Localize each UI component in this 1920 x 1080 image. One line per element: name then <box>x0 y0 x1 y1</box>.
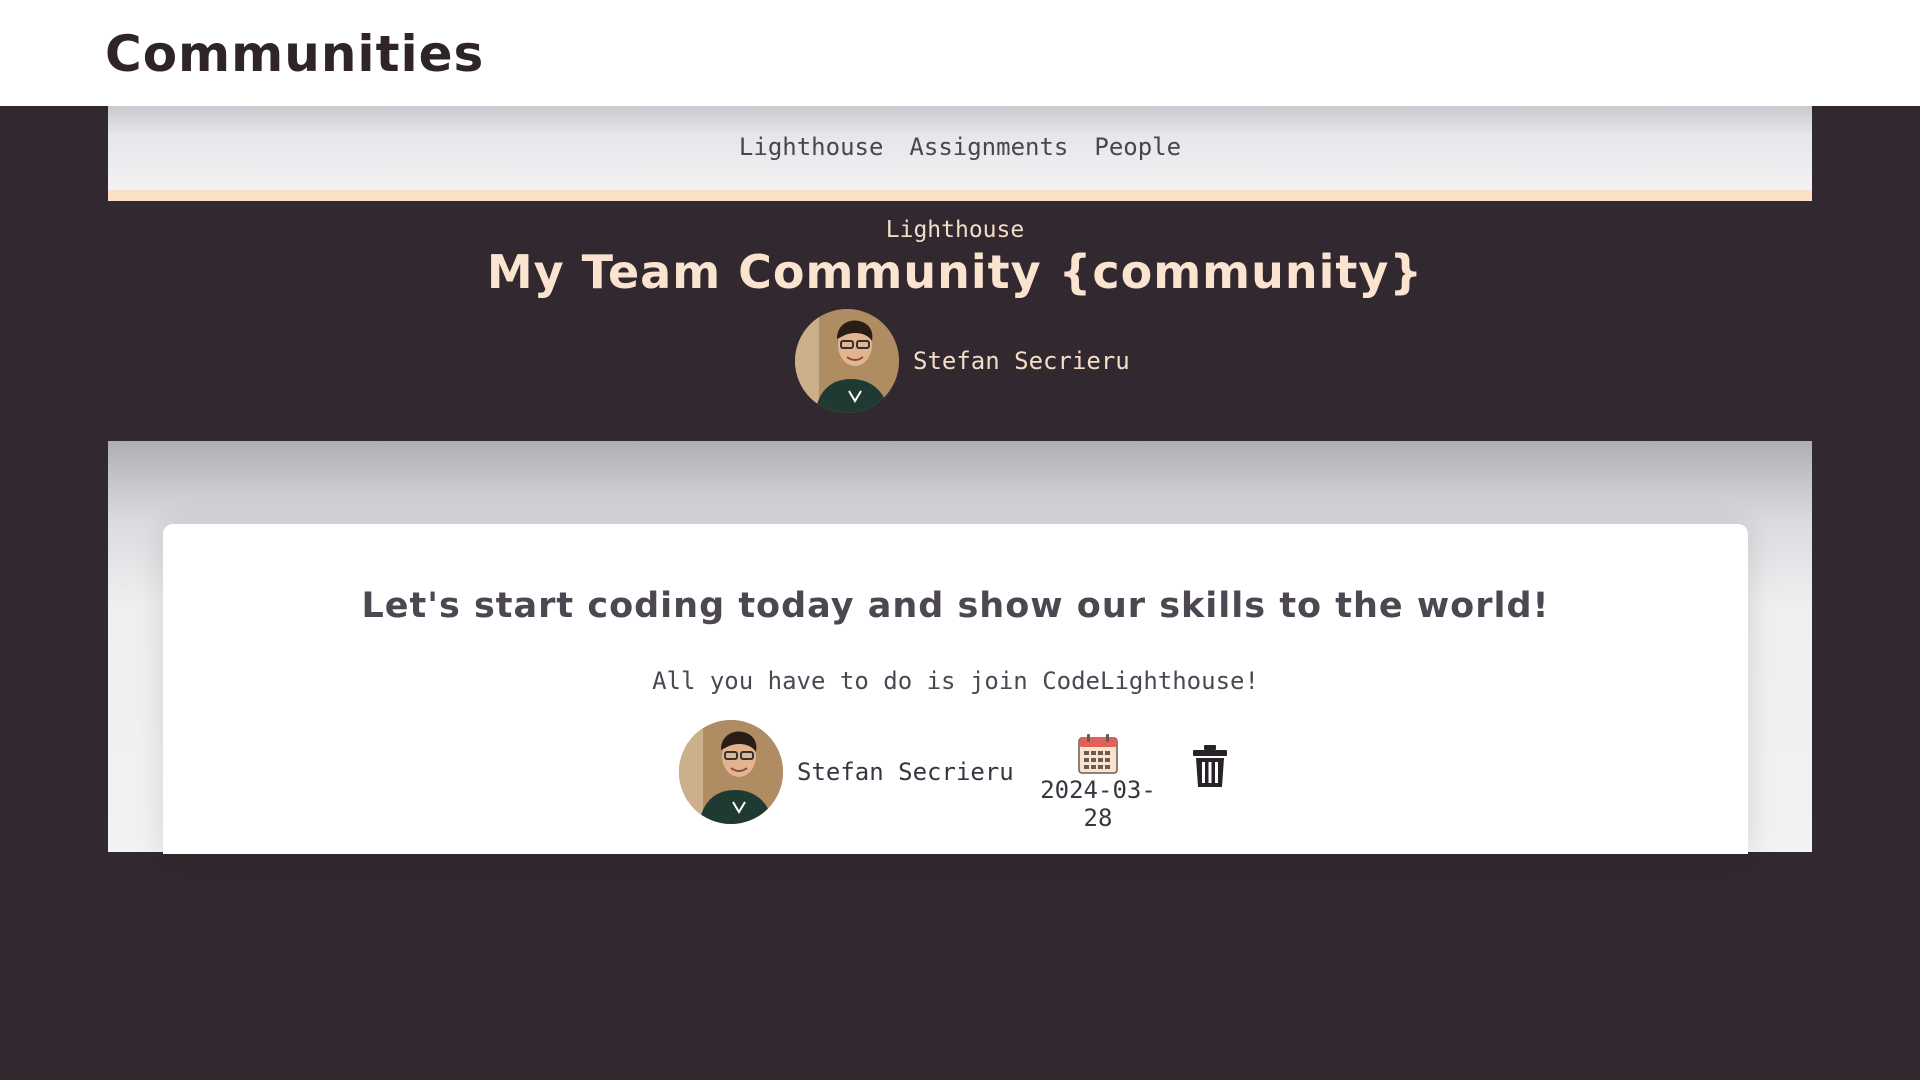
post-title: Let's start coding today and show our sk… <box>361 586 1550 626</box>
avatar-photo <box>679 720 783 824</box>
trash-icon <box>1193 745 1227 787</box>
posts-panel: Let's start coding today and show our sk… <box>108 441 1812 854</box>
breadcrumb[interactable]: Lighthouse <box>0 217 1910 243</box>
owner-avatar <box>795 309 899 413</box>
community-nav: Lighthouse Assignments People <box>108 106 1812 190</box>
avatar-photo <box>795 309 899 413</box>
nav-link-assignments[interactable]: Assignments <box>909 133 1068 161</box>
post-card: Let's start coding today and show our sk… <box>163 524 1748 854</box>
delete-post-button[interactable] <box>1190 744 1230 788</box>
community-header: Lighthouse My Team Community {community}… <box>0 201 1920 441</box>
calendar-icon <box>1078 734 1118 774</box>
post-author-avatar <box>679 720 783 824</box>
nav-accent-bar <box>108 190 1812 201</box>
post-body: All you have to do is join CodeLighthous… <box>652 667 1259 695</box>
post-meta: Stefan Secrieru 2024-03-28 <box>163 720 1748 832</box>
nav-link-lighthouse[interactable]: Lighthouse <box>739 133 884 161</box>
post-date-text: 2024-03-28 <box>1040 776 1156 832</box>
post-author: Stefan Secrieru <box>679 720 1014 824</box>
top-bar: Communities <box>0 0 1920 106</box>
post-date: 2024-03-28 <box>1028 734 1168 832</box>
app-title: Communities <box>105 25 485 83</box>
community-title: My Team Community {community} <box>486 245 1424 299</box>
owner-name[interactable]: Stefan Secrieru <box>913 347 1130 375</box>
community-owner: Stefan Secrieru <box>795 309 1130 413</box>
nav-link-people[interactable]: People <box>1094 133 1181 161</box>
post-author-name[interactable]: Stefan Secrieru <box>797 758 1014 786</box>
